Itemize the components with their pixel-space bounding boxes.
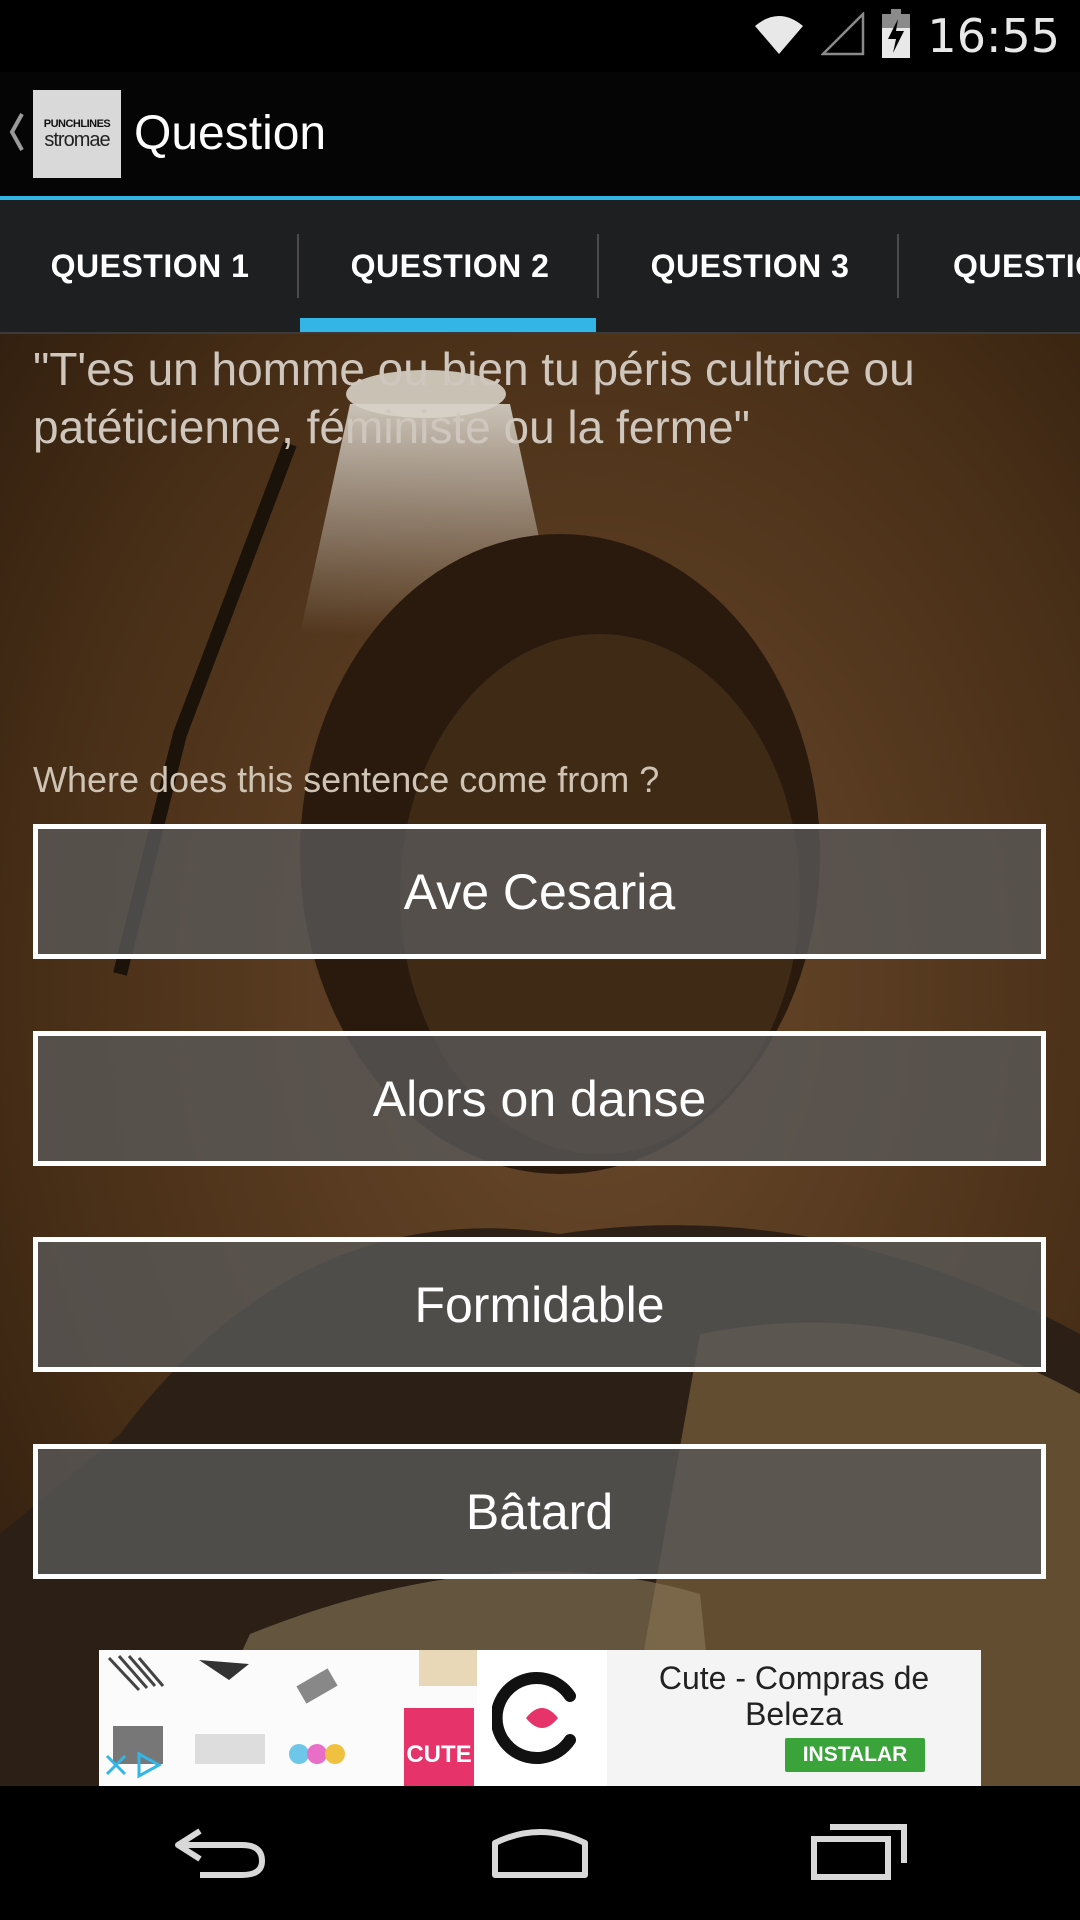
ad-close-icon[interactable] <box>103 1752 129 1783</box>
status-bar: 16:55 <box>0 0 1080 72</box>
wifi-icon <box>753 12 805 61</box>
navigation-bar <box>0 1786 1080 1920</box>
back-icon[interactable] <box>160 1816 280 1886</box>
answer-label: Alors on danse <box>372 1070 707 1127</box>
battery-charging-icon <box>881 8 911 64</box>
tab-question-2[interactable]: QUESTION 2 <box>300 200 600 332</box>
ad-choices[interactable] <box>103 1750 163 1785</box>
tab-strip: QUESTION 1 QUESTION 2 QUESTION 3 QUESTIO… <box>0 200 1080 334</box>
tab-divider <box>297 234 299 298</box>
screen: 16:55 PUNCHLINES stromae Question QUESTI… <box>0 0 1080 1920</box>
answer-button-4[interactable]: Bâtard <box>33 1444 1046 1579</box>
status-time: 16:55 <box>927 9 1060 63</box>
status-icons: 16:55 <box>753 8 1060 64</box>
recent-apps-icon[interactable] <box>800 1816 920 1886</box>
tab-label: QUESTION 4 <box>953 247 1080 284</box>
answer-button-3[interactable]: Formidable <box>33 1237 1046 1372</box>
app-logo[interactable]: PUNCHLINES stromae <box>33 90 121 178</box>
tab-label: QUESTION 2 <box>350 247 550 284</box>
tab-question-1[interactable]: QUESTION 1 <box>0 200 300 332</box>
ad-install-button[interactable]: INSTALAR <box>785 1738 925 1772</box>
tab-question-3[interactable]: QUESTION 3 <box>600 200 900 332</box>
app-logo-text-bottom: stromae <box>44 129 110 151</box>
home-icon[interactable] <box>480 1816 600 1886</box>
question-prompt: Where does this sentence come from ? <box>33 759 660 800</box>
answer-button-1[interactable]: Ave Cesaria <box>33 824 1046 959</box>
up-navigation-chevron-icon[interactable] <box>8 112 28 156</box>
ad-brand-tile-text: CUTE <box>406 1741 471 1768</box>
ad-title: Cute - Compras de Beleza <box>658 1660 930 1732</box>
selected-tab-indicator <box>300 318 596 332</box>
ad-brand-logo <box>477 1650 607 1786</box>
page-title: Question <box>134 107 327 160</box>
answer-label: Formidable <box>414 1276 665 1333</box>
tab-label: QUESTION 1 <box>50 247 250 284</box>
answer-label: Bâtard <box>465 1483 614 1540</box>
tab-question-4[interactable]: QUESTION 4 <box>900 200 1080 332</box>
tab-label: QUESTION 3 <box>650 247 850 284</box>
question-quote: "T'es un homme ou bien tu péris cultrice… <box>33 343 915 453</box>
cell-signal-icon <box>820 10 865 61</box>
action-bar: PUNCHLINES stromae Question <box>0 72 1080 200</box>
adchoices-icon[interactable] <box>133 1750 163 1785</box>
tab-divider <box>897 234 899 298</box>
answer-label: Ave Cesaria <box>403 863 676 920</box>
question-content: "T'es un homme ou bien tu péris cultrice… <box>0 334 1080 1786</box>
answer-button-2[interactable]: Alors on danse <box>33 1031 1046 1166</box>
ad-banner[interactable]: CUTE Cute - Compras de Beleza INSTALAR <box>99 1650 981 1786</box>
tab-divider <box>597 234 599 298</box>
